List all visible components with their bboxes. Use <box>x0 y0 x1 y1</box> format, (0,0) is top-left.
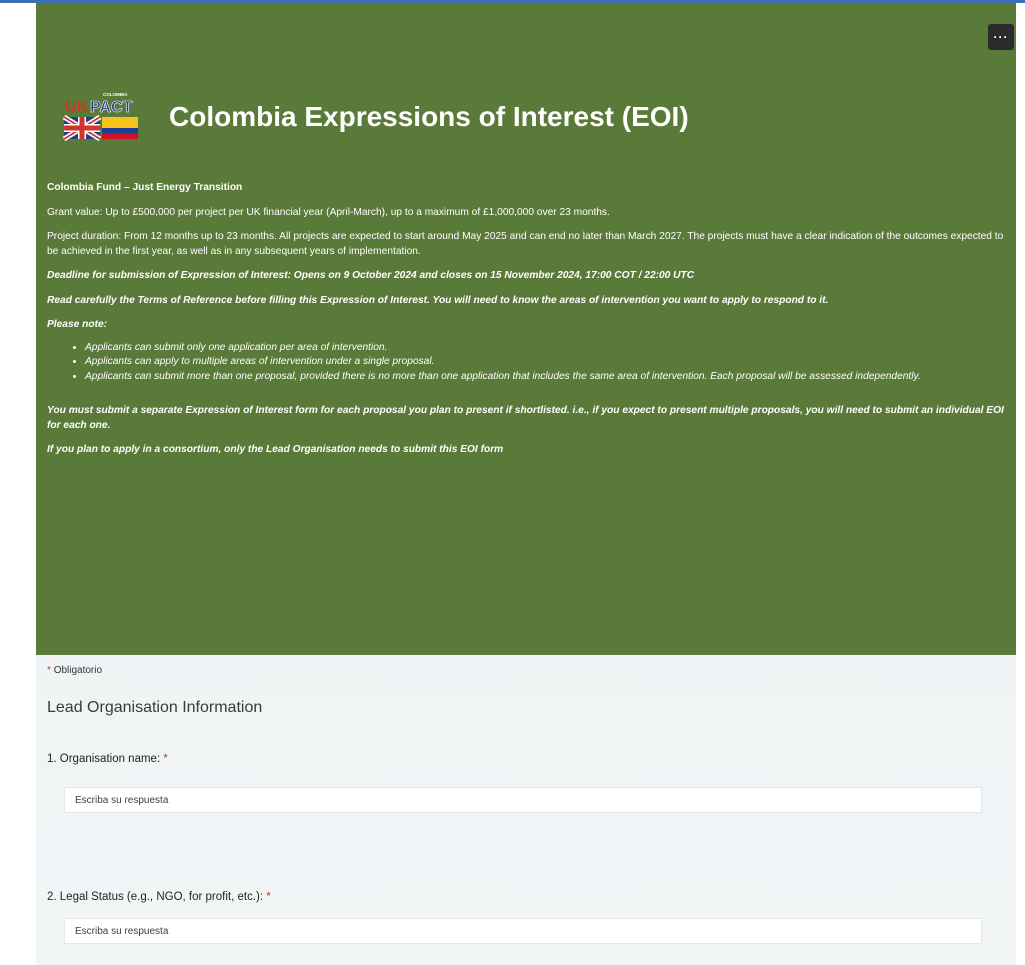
logo-pact-text: PACT <box>90 99 133 116</box>
logo-uk-text: UK <box>65 99 89 116</box>
required-note: * Obligatorio <box>47 665 102 676</box>
required-note-label: Obligatorio <box>53 665 103 676</box>
uk-pact-colombia-logo: COLOMBIA UK PACT <box>62 92 138 142</box>
more-options-button[interactable]: ··· <box>988 24 1014 50</box>
deadline-text: Deadline for submission of Expression of… <box>47 270 695 281</box>
required-star: * <box>266 891 271 903</box>
organisation-name-input[interactable] <box>64 787 982 813</box>
question-2-label: 2. Legal Status (e.g., NGO, for profit, … <box>47 891 271 903</box>
form-header: ··· COLOMBIA UK PACT Colombia Expression… <box>36 3 1016 655</box>
logo-colombia-text: COLOMBIA <box>103 92 128 97</box>
question-1-label: 1. Organisation name: * <box>47 753 168 765</box>
question-2-text: 2. Legal Status (e.g., NGO, for profit, … <box>47 891 264 903</box>
required-star: * <box>47 665 51 676</box>
consortium-text: If you plan to apply in a consortium, on… <box>47 444 504 455</box>
read-carefully-text: Read carefully the Terms of Reference be… <box>47 294 829 306</box>
form-description: Colombia Fund – Just Energy Transition G… <box>47 181 1012 458</box>
note-list: Applicants can submit only one applicati… <box>47 341 1012 385</box>
uk-flag-icon <box>62 114 102 142</box>
grant-value-text: Grant value: Up to £500,000 per project … <box>47 206 610 218</box>
legal-status-input[interactable] <box>64 918 982 944</box>
section-title: Lead Organisation Information <box>47 699 263 716</box>
colombia-flag-icon <box>102 117 138 139</box>
form-card: ··· COLOMBIA UK PACT Colombia Expression… <box>36 3 1016 965</box>
separate-form-text: You must submit a separate Expression of… <box>47 405 1004 431</box>
note-item: Applicants can submit more than one prop… <box>85 370 1012 385</box>
form-title: Colombia Expressions of Interest (EOI) <box>169 101 689 132</box>
question-1-text: 1. Organisation name: <box>47 753 161 765</box>
required-star: * <box>163 753 168 765</box>
please-note-text: Please note: <box>47 319 108 330</box>
note-item: Applicants can submit only one applicati… <box>85 341 1012 356</box>
project-duration-text: Project duration: From 12 months up to 2… <box>47 231 1004 257</box>
fund-title: Colombia Fund – Just Energy Transition <box>47 182 243 193</box>
note-item: Applicants can apply to multiple areas o… <box>85 355 1012 370</box>
